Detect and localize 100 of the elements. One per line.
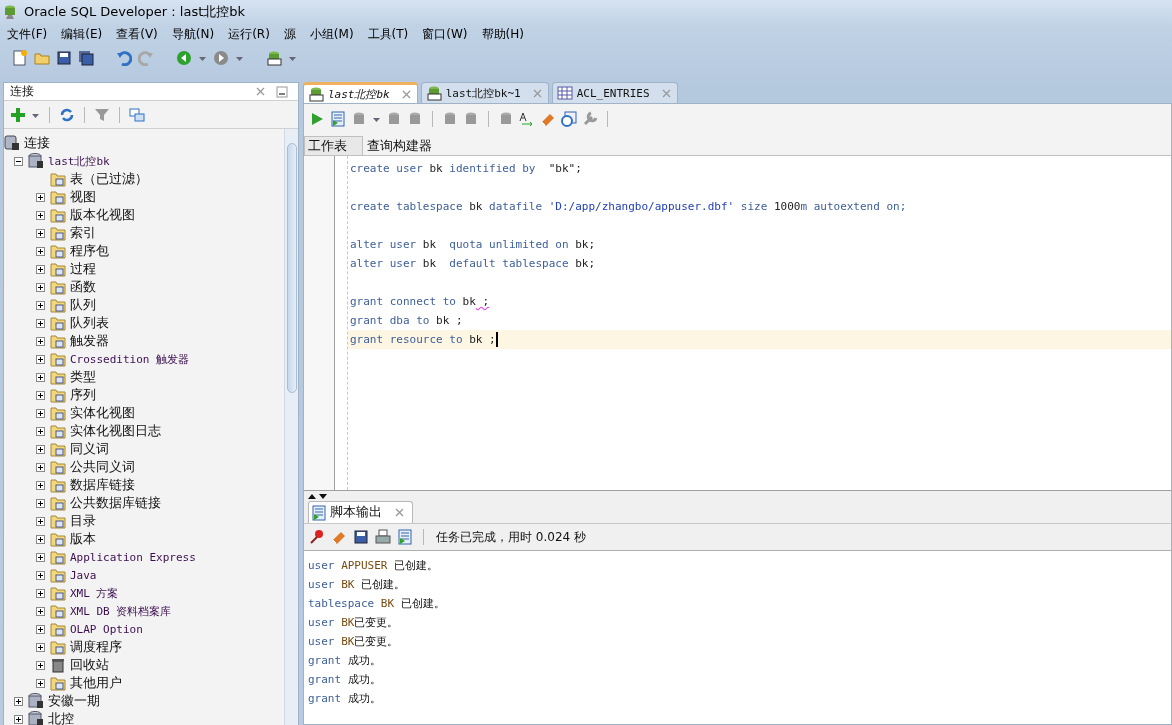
expand-icon[interactable] [36, 660, 45, 670]
tree-item[interactable]: 回收站 [70, 656, 109, 674]
font-size-icon[interactable] [519, 111, 535, 127]
tree-item[interactable]: 视图 [70, 188, 96, 206]
tree-item[interactable]: XML DB 资料档案库 [70, 603, 172, 619]
refresh-icon[interactable] [59, 106, 75, 123]
tree-item[interactable]: 数据库链接 [70, 476, 135, 494]
wrench-icon[interactable] [582, 111, 598, 127]
tree-item[interactable]: last北控bk [48, 153, 110, 169]
expand-icon[interactable] [36, 480, 45, 490]
output-tab[interactable]: 脚本输出 [308, 501, 413, 523]
expand-icon[interactable] [36, 498, 45, 508]
expand-icon[interactable] [14, 696, 23, 706]
schema-icon[interactable] [129, 106, 145, 123]
scroll-thumb[interactable] [286, 143, 297, 393]
tree-item[interactable]: 同义词 [70, 440, 109, 458]
menu-item[interactable]: 工具(T) [366, 25, 415, 43]
menu-item[interactable]: 源 [282, 25, 302, 43]
tree-item[interactable]: 安徽一期 [48, 692, 100, 710]
eraser-icon[interactable] [540, 111, 556, 127]
close-icon[interactable] [395, 508, 404, 517]
tree-item[interactable]: 版本 [70, 530, 96, 548]
close-icon[interactable] [401, 89, 411, 99]
tree-item[interactable]: 公共同义词 [70, 458, 135, 476]
expand-icon[interactable] [36, 264, 45, 274]
menu-item[interactable]: 文件(F) [6, 25, 54, 43]
expand-icon[interactable] [36, 336, 45, 346]
tree-item[interactable]: 实体化视图日志 [70, 422, 161, 440]
print-icon[interactable] [375, 529, 391, 545]
tree-item[interactable]: 目录 [70, 512, 96, 530]
expand-icon[interactable] [36, 606, 45, 616]
collapse-icon[interactable] [14, 156, 23, 166]
close-icon[interactable] [255, 87, 265, 96]
worksheet-tab[interactable]: 查询构建器 [363, 136, 448, 155]
expand-icon[interactable] [36, 354, 45, 364]
tree-item[interactable]: 序列 [70, 386, 96, 404]
menu-item[interactable]: 运行(R) [227, 25, 276, 43]
expand-icon[interactable] [36, 624, 45, 634]
back-icon[interactable] [176, 50, 192, 66]
expand-icon[interactable] [36, 192, 45, 202]
tree-item[interactable]: 索引 [70, 224, 96, 242]
expand-icon[interactable] [36, 390, 45, 400]
menu-item[interactable]: 窗口(W) [421, 25, 474, 43]
run-icon[interactable] [309, 111, 325, 127]
tree-item[interactable]: 类型 [70, 368, 96, 386]
menu-item[interactable]: 编辑(E) [60, 25, 109, 43]
expand-icon[interactable] [36, 282, 45, 292]
split-arrows-icon[interactable] [307, 491, 329, 500]
save-all-icon[interactable] [78, 50, 94, 66]
expand-icon[interactable] [36, 318, 45, 328]
new-file-icon[interactable] [12, 50, 28, 66]
scrollbar[interactable] [284, 129, 298, 725]
tree-item[interactable]: 函数 [70, 278, 96, 296]
tree-item[interactable]: 触发器 [70, 332, 109, 350]
expand-icon[interactable] [36, 372, 45, 382]
tree-item[interactable]: 其他用户 [70, 674, 122, 692]
save-icon[interactable] [353, 529, 369, 545]
minimize-icon[interactable] [276, 85, 288, 98]
clock-icon[interactable] [561, 111, 577, 127]
menu-item[interactable]: 小组(M) [308, 25, 360, 43]
run-script-icon[interactable] [330, 111, 346, 127]
expand-icon[interactable] [36, 588, 45, 598]
tree-item[interactable]: 连接 [24, 134, 50, 152]
database-icon[interactable] [425, 85, 442, 101]
save-icon[interactable] [56, 50, 72, 66]
editor-tab[interactable]: ACL_ENTRIES [551, 82, 678, 103]
plus-icon[interactable] [10, 106, 26, 123]
expand-icon[interactable] [14, 714, 23, 724]
worksheet-tab[interactable]: 工作表 [304, 136, 363, 155]
pin-icon[interactable] [309, 529, 325, 545]
expand-icon[interactable] [36, 246, 45, 256]
expand-icon[interactable] [36, 462, 45, 472]
expand-icon[interactable] [36, 426, 45, 436]
tree-item[interactable]: 调度程序 [70, 638, 122, 656]
tree-item[interactable]: 实体化视图 [70, 404, 135, 422]
menu-item[interactable]: 帮助(H) [480, 25, 530, 43]
menu-item[interactable]: 导航(N) [170, 25, 221, 43]
eraser-icon[interactable] [331, 529, 347, 545]
tree-item[interactable]: 程序包 [70, 242, 109, 260]
tree-item[interactable]: Java [70, 568, 97, 582]
tree-item[interactable]: 北控 [48, 710, 74, 725]
editor-tab[interactable]: last北控bk~1 [420, 82, 549, 103]
expand-icon[interactable] [36, 444, 45, 454]
expand-icon[interactable] [36, 408, 45, 418]
tree-item[interactable]: Crossedition 触发器 [70, 351, 190, 367]
expand-icon[interactable] [36, 516, 45, 526]
tree-item[interactable]: OLAP Option [70, 622, 143, 636]
tree-item[interactable]: 公共数据库链接 [70, 494, 161, 512]
forward-icon[interactable] [213, 50, 229, 66]
tree-item[interactable]: 过程 [70, 260, 96, 278]
expand-icon[interactable] [36, 534, 45, 544]
tree-item[interactable]: 版本化视图 [70, 206, 135, 224]
expand-icon[interactable] [36, 678, 45, 688]
tree-item[interactable]: 队列表 [70, 314, 109, 332]
expand-icon[interactable] [36, 642, 45, 652]
tree-item[interactable]: 表（已过滤） [70, 170, 148, 188]
expand-icon[interactable] [36, 210, 45, 220]
tree-item[interactable]: 队列 [70, 296, 96, 314]
filter-icon[interactable] [94, 106, 110, 123]
menu-item[interactable]: 查看(V) [115, 25, 164, 43]
